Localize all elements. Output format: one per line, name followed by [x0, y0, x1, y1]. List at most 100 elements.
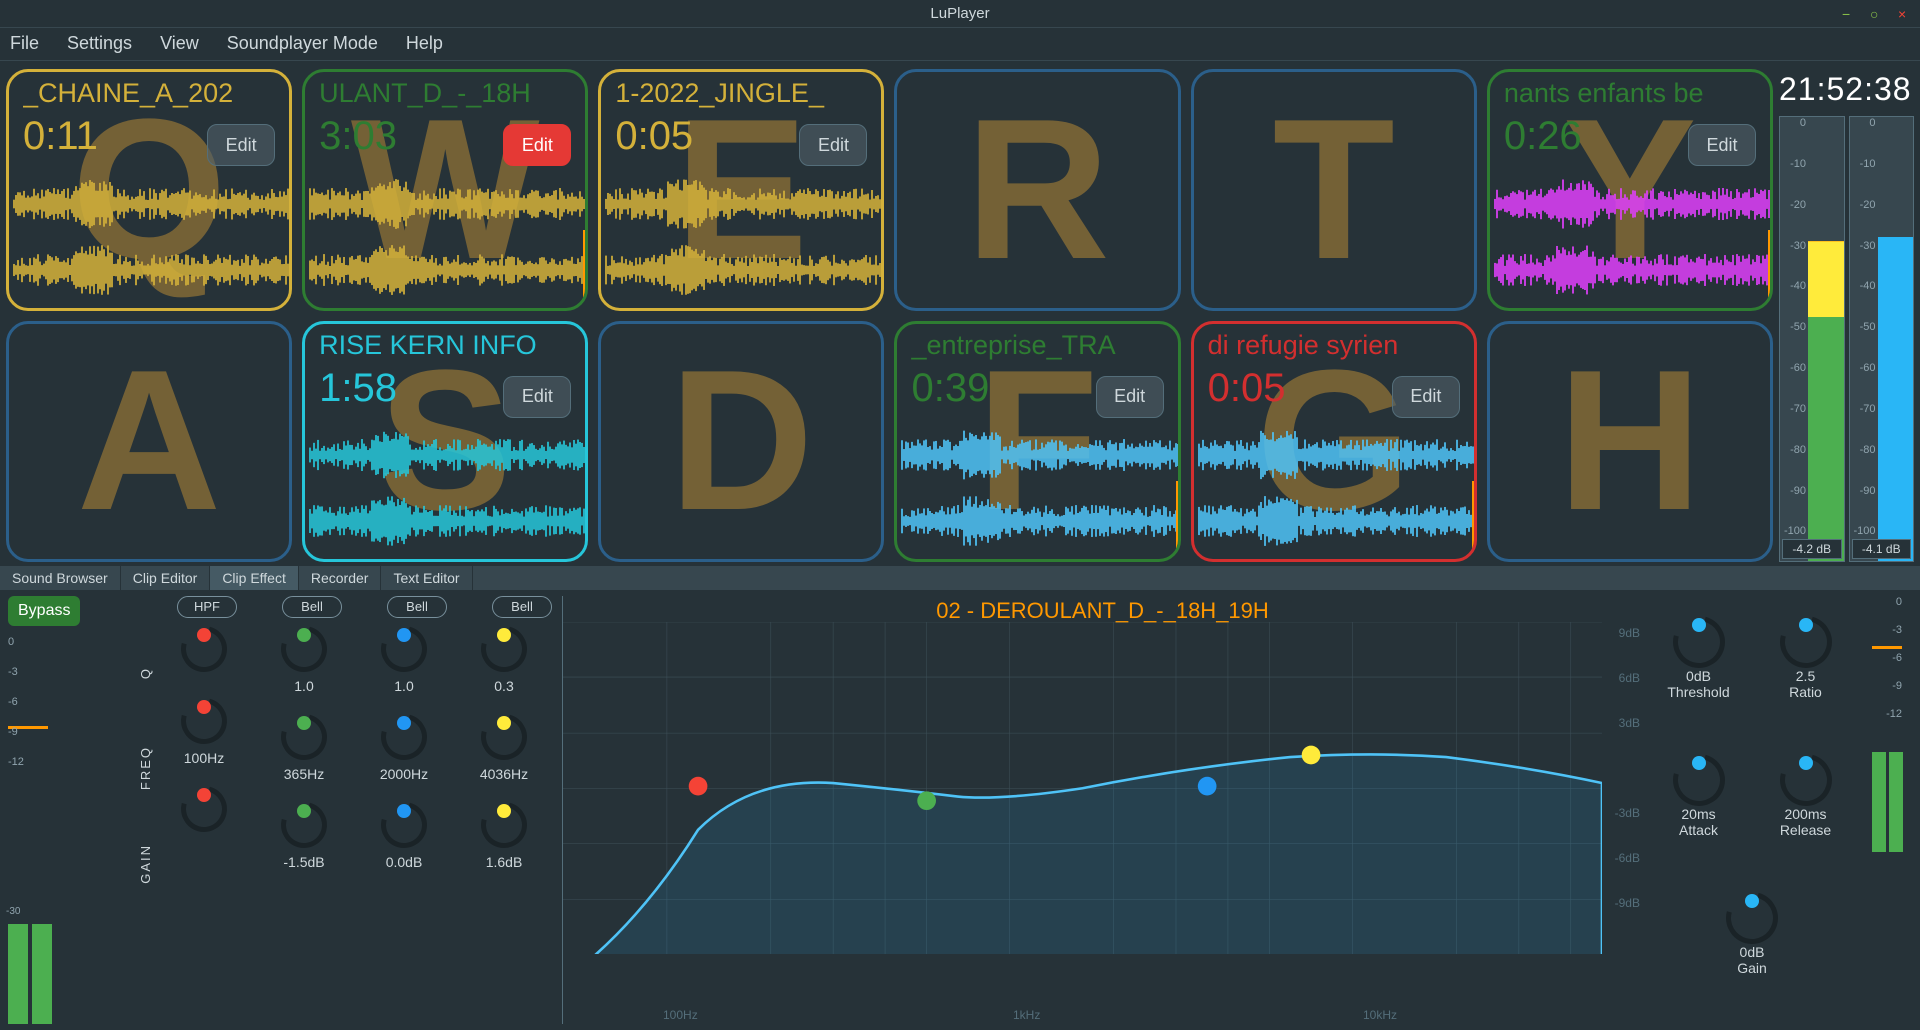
pad-time: 0:05: [615, 114, 693, 159]
out-meter-r: [1889, 752, 1903, 852]
edit-button[interactable]: Edit: [207, 124, 275, 166]
eq-q-knob[interactable]: [481, 626, 527, 672]
menu-settings[interactable]: Settings: [67, 33, 132, 54]
bypass-button[interactable]: Bypass: [8, 596, 80, 626]
eq-q-knob[interactable]: [381, 626, 427, 672]
eq-graph-title: 02 - DEROULANT_D_-_18H_19H: [563, 598, 1642, 624]
eq-gain-knob[interactable]: [181, 786, 227, 832]
eq-type-3[interactable]: Bell: [492, 596, 552, 618]
eq-gain-knob[interactable]: [281, 802, 327, 848]
tab-clip-effect[interactable]: Clip Effect: [210, 566, 299, 590]
pad-time: 0:11: [23, 114, 98, 159]
pad-r[interactable]: R: [894, 69, 1180, 310]
trim-scale[interactable]: 0-3-6-9-12: [8, 636, 48, 896]
compressor-section: 0dB Threshold 2.5 Ratio 20ms Attack 200m…: [1652, 596, 1852, 1024]
pad-area: Q _CHAINE_A_202 0:11 Edit W ULANT_D_-_18…: [0, 61, 1920, 566]
pad-q[interactable]: Q _CHAINE_A_202 0:11 Edit: [6, 69, 292, 310]
pad-g[interactable]: G di refugie syrien 0:05 Edit: [1191, 321, 1477, 562]
pad-e[interactable]: E 1-2022_JINGLE_ 0:05 Edit: [598, 69, 884, 310]
comp-ratio: 2.5 Ratio: [1759, 616, 1852, 748]
pad-key-letter: T: [1194, 72, 1474, 307]
meter-right: 0-10-20-30-40-50-60-70-80-90-100 -4.1 dB: [1849, 116, 1915, 562]
eq-q-knob[interactable]: [281, 626, 327, 672]
trim-meters: -30: [8, 914, 52, 1024]
edit-button[interactable]: Edit: [1392, 376, 1460, 418]
pad-title: _CHAINE_A_202: [23, 78, 275, 109]
tabbar: Sound Browser Clip Editor Clip Effect Re…: [0, 566, 1920, 590]
pad-key-letter: D: [601, 324, 881, 559]
eq-gain-knob[interactable]: [481, 802, 527, 848]
pad-title: ULANT_D_-_18H: [319, 78, 571, 109]
eq-q-knob[interactable]: [181, 626, 227, 672]
meter-left: 0-10-20-30-40-50-60-70-80-90-100 -4.2 dB: [1779, 116, 1845, 562]
edit-button[interactable]: Edit: [503, 376, 571, 418]
comp-knob[interactable]: [1673, 616, 1725, 668]
pad-time: 0:26: [1504, 114, 1582, 159]
edit-button[interactable]: Edit: [1688, 124, 1756, 166]
comp-knob[interactable]: [1726, 892, 1778, 944]
pad-w[interactable]: W ULANT_D_-_18H 3:03 Edit: [302, 69, 588, 310]
edit-button[interactable]: Edit: [503, 124, 571, 166]
trim-meter-l: -30: [8, 924, 28, 1024]
pad-title: nants enfants be: [1504, 78, 1756, 109]
pad-key-letter: R: [897, 72, 1177, 307]
pad-f[interactable]: F _entreprise_TRA 0:39 Edit: [894, 321, 1180, 562]
eq-freq-knob[interactable]: [381, 714, 427, 760]
tab-recorder[interactable]: Recorder: [299, 566, 382, 590]
comp-knob[interactable]: [1673, 754, 1725, 806]
pad-y[interactable]: Y nants enfants be 0:26 Edit: [1487, 69, 1773, 310]
eq-type-1[interactable]: Bell: [282, 596, 342, 618]
eq-label-gain: GAIN: [138, 844, 153, 884]
eq-band-3: 0.3 4036Hz 1.6dB: [465, 626, 543, 911]
tab-text-editor[interactable]: Text Editor: [381, 566, 472, 590]
eq-type-2[interactable]: Bell: [387, 596, 447, 618]
comp-release: 200ms Release: [1759, 754, 1852, 886]
eq-gain-knob[interactable]: [381, 802, 427, 848]
eq-freq-knob[interactable]: [281, 714, 327, 760]
level-bar: [583, 230, 588, 298]
meters-panel: 21:52:38 0-10-20-30-40-50-60-70-80-90-10…: [1779, 69, 1914, 562]
eq-graph[interactable]: 02 - DEROULANT_D_-_18H_19H 9dB 6dB: [562, 596, 1642, 1024]
menubar: File Settings View Soundplayer Mode Help: [0, 28, 1920, 61]
eq-freq-knob[interactable]: [481, 714, 527, 760]
eq-band-1: 1.0 365Hz -1.5dB: [265, 626, 343, 911]
pad-h[interactable]: H: [1487, 321, 1773, 562]
pad-grid: Q _CHAINE_A_202 0:11 Edit W ULANT_D_-_18…: [6, 69, 1773, 562]
pad-t[interactable]: T: [1191, 69, 1477, 310]
maximize-icon[interactable]: ○: [1870, 6, 1884, 20]
comp-attack: 20ms Attack: [1652, 754, 1745, 886]
edit-button[interactable]: Edit: [799, 124, 867, 166]
tab-clip-editor[interactable]: Clip Editor: [121, 566, 211, 590]
meter-strip: 0-10-20-30-40-50-60-70-80-90-100 -4.2 dB…: [1779, 116, 1914, 562]
trim-meter-r: [32, 924, 52, 1024]
pad-s[interactable]: S RISE KERN INFO 1:58 Edit: [302, 321, 588, 562]
titlebar: LuPlayer − ○ ×: [0, 0, 1920, 28]
menu-soundplayer-mode[interactable]: Soundplayer Mode: [227, 33, 378, 54]
pad-title: _entreprise_TRA: [911, 330, 1163, 361]
menu-help[interactable]: Help: [406, 33, 443, 54]
pad-d[interactable]: D: [598, 321, 884, 562]
output-section: 0-3-6-9-12: [1862, 596, 1912, 1024]
minimize-icon[interactable]: −: [1842, 6, 1856, 20]
level-bar: [1768, 230, 1773, 298]
close-icon[interactable]: ×: [1898, 6, 1912, 20]
eq-type-0[interactable]: HPF: [177, 596, 237, 618]
menu-view[interactable]: View: [160, 33, 199, 54]
menu-file[interactable]: File: [10, 33, 39, 54]
pad-time: 0:39: [911, 366, 989, 411]
pad-title: RISE KERN INFO: [319, 330, 571, 361]
level-bar: [1176, 481, 1181, 549]
pad-time: 1:58: [319, 366, 397, 411]
meter-left-readout: -4.2 dB: [1782, 539, 1842, 559]
comp-knob[interactable]: [1780, 754, 1832, 806]
eq-freq-knob[interactable]: [181, 698, 227, 744]
edit-button[interactable]: Edit: [1096, 376, 1164, 418]
comp-knob[interactable]: [1780, 616, 1832, 668]
pad-title: 1-2022_JINGLE_: [615, 78, 867, 109]
pad-a[interactable]: A: [6, 321, 292, 562]
tab-sound-browser[interactable]: Sound Browser: [0, 566, 121, 590]
level-bar: [1472, 481, 1477, 549]
pad-time: 3:03: [319, 114, 397, 159]
clock: 21:52:38: [1779, 69, 1914, 116]
out-meter-l: [1872, 752, 1886, 852]
